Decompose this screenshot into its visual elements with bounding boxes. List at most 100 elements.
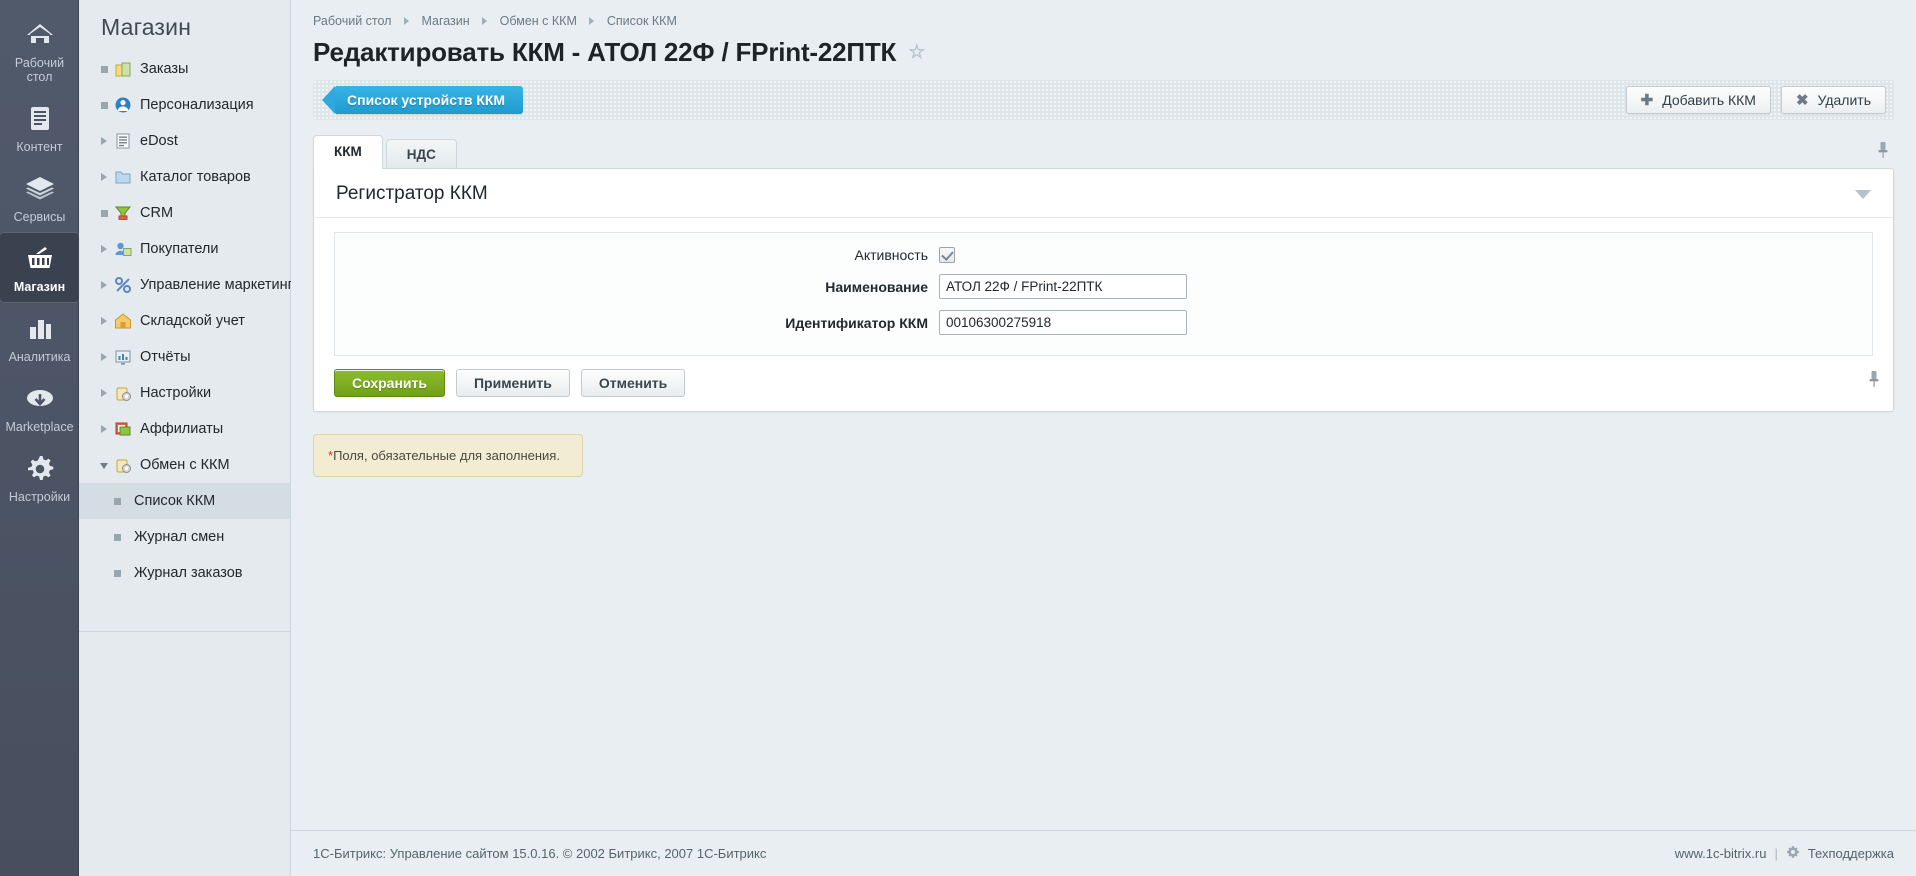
settings-bag-icon bbox=[111, 456, 135, 474]
name-label: Наименование bbox=[825, 278, 928, 295]
gear-icon bbox=[1786, 845, 1800, 862]
sidebar-item-affiliates[interactable]: Аффилиаты bbox=[79, 411, 290, 447]
chevron-right-icon[interactable] bbox=[97, 385, 111, 401]
layers-icon bbox=[2, 171, 77, 207]
apply-button[interactable]: Применить bbox=[455, 369, 570, 397]
dot-marker-icon bbox=[105, 529, 129, 545]
chevron-right-icon[interactable] bbox=[97, 349, 111, 365]
chevron-right-icon[interactable] bbox=[97, 277, 111, 293]
sidebar-item-label: Отчёты bbox=[140, 349, 191, 365]
support-link[interactable]: Техподдержка bbox=[1808, 846, 1894, 861]
sidebar-item-label: CRM bbox=[140, 205, 174, 221]
chevron-down-icon[interactable] bbox=[1855, 189, 1871, 199]
form-buttons: Сохранить Применить Отменить bbox=[314, 356, 1893, 411]
sidebar-item-marketing[interactable]: Управление маркетингом bbox=[79, 267, 311, 303]
sidebar-item-label: Покупатели bbox=[140, 241, 219, 257]
sidebar-item-customers[interactable]: Покупатели bbox=[79, 231, 290, 267]
global-nav-rail: Рабочий стол Контент Сервисы Магазин Ана… bbox=[0, 0, 79, 876]
breadcrumb-separator-icon bbox=[482, 16, 488, 25]
rail-item-label2: стол bbox=[26, 70, 53, 84]
breadcrumb: Рабочий стол Магазин Обмен с ККМ Список … bbox=[291, 0, 1916, 34]
footer-separator: | bbox=[1774, 846, 1778, 861]
pin-icon[interactable] bbox=[1876, 141, 1890, 163]
user-circle-icon bbox=[111, 96, 135, 114]
form-row-identifier: Идентификатор ККМ bbox=[335, 310, 1872, 335]
action-toolbar: Список устройств ККМ ✚ Добавить ККМ ✖ Уд… bbox=[313, 80, 1894, 120]
tab-nds[interactable]: НДС bbox=[385, 139, 457, 169]
cancel-button[interactable]: Отменить bbox=[580, 369, 686, 397]
identifier-input[interactable] bbox=[939, 310, 1187, 335]
kkm-device-list-button[interactable]: Список устройств ККМ bbox=[321, 86, 524, 114]
main-content: Рабочий стол Магазин Обмен с ККМ Список … bbox=[291, 0, 1916, 876]
sidebar-item-orders[interactable]: Заказы bbox=[79, 51, 290, 87]
sidebar-item-reports[interactable]: Отчёты bbox=[79, 339, 290, 375]
basket-icon bbox=[2, 241, 77, 277]
delete-button[interactable]: ✖ Удалить bbox=[1780, 86, 1886, 114]
delete-label: Удалить bbox=[1817, 92, 1871, 108]
add-kkm-label: Добавить ККМ bbox=[1662, 92, 1756, 108]
breadcrumb-item-1[interactable]: Магазин bbox=[421, 14, 469, 28]
name-input[interactable] bbox=[939, 274, 1187, 299]
cross-icon: ✖ bbox=[1795, 91, 1809, 109]
chevron-right-icon[interactable] bbox=[97, 133, 111, 149]
page-title: Редактировать ККМ - АТОЛ 22Ф / FPrint-22… bbox=[291, 34, 1916, 68]
breadcrumb-separator-icon bbox=[403, 16, 409, 25]
sidebar-item-label: Каталог товаров bbox=[140, 169, 251, 185]
required-fields-note: *Поля, обязательные для заполнения. bbox=[313, 434, 583, 477]
breadcrumb-item-2[interactable]: Обмен с ККМ bbox=[500, 14, 577, 28]
rail-item-marketplace[interactable]: Marketplace bbox=[0, 372, 79, 442]
sidebar-item-catalog[interactable]: Каталог товаров bbox=[79, 159, 290, 195]
rail-item-shop[interactable]: Магазин bbox=[0, 232, 79, 302]
sidebar-item-kkm-exchange[interactable]: Обмен с ККМ bbox=[79, 447, 290, 483]
rail-item-content[interactable]: Контент bbox=[0, 92, 79, 162]
save-button[interactable]: Сохранить bbox=[334, 369, 445, 397]
rail-item-analytics[interactable]: Аналитика bbox=[0, 302, 79, 372]
sidebar-item-personalization[interactable]: Персонализация bbox=[79, 87, 290, 123]
bitrix-site-link[interactable]: www.1c-bitrix.ru bbox=[1675, 846, 1767, 861]
rail-item-services[interactable]: Сервисы bbox=[0, 162, 79, 232]
sidebar-item-shift-log[interactable]: Журнал смен bbox=[79, 519, 290, 555]
page-title-text: Редактировать ККМ - АТОЛ 22Ф / FPrint-22… bbox=[313, 37, 897, 67]
sidebar-item-label: Складской учет bbox=[140, 313, 245, 329]
kkm-form-panel: Регистратор ККМ Активность Наименование … bbox=[313, 168, 1894, 412]
chevron-right-icon[interactable] bbox=[97, 421, 111, 437]
page-footer: 1С-Битрикс: Управление сайтом 15.0.16. ©… bbox=[291, 830, 1916, 876]
breadcrumb-item-3[interactable]: Список ККМ bbox=[607, 14, 677, 28]
chevron-right-icon[interactable] bbox=[97, 241, 111, 257]
sidebar-item-crm[interactable]: CRM bbox=[79, 195, 290, 231]
sidebar-item-warehouse[interactable]: Складской учет bbox=[79, 303, 290, 339]
bar-chart-icon bbox=[2, 311, 77, 347]
sidebar-item-label: Заказы bbox=[140, 61, 189, 77]
sidebar-item-label: Журнал заказов bbox=[134, 565, 243, 581]
active-checkbox[interactable] bbox=[939, 247, 955, 263]
chevron-down-icon[interactable] bbox=[97, 457, 111, 473]
settings-bag-icon bbox=[111, 384, 135, 402]
star-icon[interactable]: ☆ bbox=[908, 41, 925, 64]
dot-marker-icon bbox=[105, 493, 129, 509]
chevron-right-icon[interactable] bbox=[97, 313, 111, 329]
sidebar-item-label: Аффилиаты bbox=[140, 421, 224, 437]
sidebar-item-order-log[interactable]: Журнал заказов bbox=[79, 555, 290, 591]
panel-heading: Регистратор ККМ bbox=[336, 183, 488, 204]
sidebar-item-kkm-list[interactable]: Список ККМ bbox=[79, 483, 290, 519]
dot-marker-icon bbox=[97, 97, 111, 113]
sidebar-item-label: Настройки bbox=[140, 385, 212, 401]
rail-item-settings[interactable]: Настройки bbox=[0, 442, 79, 512]
rail-item-desktop[interactable]: Рабочий стол bbox=[0, 8, 79, 92]
section-menu-list: Заказы Персонализация eDost Каталог това… bbox=[79, 51, 311, 483]
tab-list: ККМ НДС bbox=[313, 135, 1894, 169]
sidebar-item-edost[interactable]: eDost bbox=[79, 123, 290, 159]
dot-marker-icon bbox=[97, 61, 111, 77]
tab-kkm[interactable]: ККМ bbox=[313, 135, 383, 169]
form-row-name: Наименование bbox=[335, 274, 1872, 299]
tab-bar: ККМ НДС bbox=[313, 135, 1894, 169]
footer-copyright: 1С-Битрикс: Управление сайтом 15.0.16. ©… bbox=[313, 846, 767, 861]
breadcrumb-item-0[interactable]: Рабочий стол bbox=[313, 14, 391, 28]
add-kkm-button[interactable]: ✚ Добавить ККМ bbox=[1625, 86, 1771, 114]
document-icon bbox=[2, 101, 77, 137]
dot-marker-icon bbox=[97, 205, 111, 221]
gear-icon bbox=[2, 451, 77, 487]
sidebar-item-settings[interactable]: Настройки bbox=[79, 375, 290, 411]
chevron-right-icon[interactable] bbox=[97, 169, 111, 185]
pin-icon[interactable] bbox=[1867, 370, 1881, 392]
